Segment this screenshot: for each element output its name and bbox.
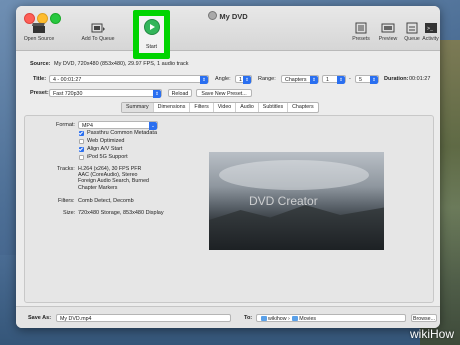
disc-icon: [208, 11, 218, 20]
queue-icon: [406, 22, 418, 34]
format-select-value: MP4: [82, 123, 93, 129]
title-select[interactable]: 4 - 00:01:27 ⇕: [49, 75, 209, 84]
folder-icon: [292, 316, 299, 321]
align-av-label: Align A/V Start: [87, 146, 123, 152]
source-label: Source:: [30, 61, 51, 67]
track-line: Foreign Audio Search, Burned: [78, 178, 149, 185]
format-label: Format:: [56, 122, 75, 128]
path-segment: wikihow: [268, 316, 287, 322]
range-to-value: 5: [359, 77, 362, 83]
wikihow-watermark: wikiHow: [409, 327, 454, 341]
save-as-label: Save As:: [28, 315, 52, 321]
to-label: To:: [244, 315, 253, 321]
range-from-select[interactable]: 1 ⇕: [322, 75, 346, 84]
preview-thumbnail[interactable]: DVD Creator: [209, 152, 384, 250]
preset-select[interactable]: Fast 720p30 ⇕: [49, 89, 162, 98]
chevron-updown-icon: ⇕: [153, 90, 161, 98]
start-label: Start: [146, 44, 157, 50]
preset-select-value: Fast 720p30: [53, 91, 83, 97]
tab-video[interactable]: Video: [214, 103, 237, 112]
film-clapper-icon: [32, 23, 45, 33]
web-optimized-label: Web Optimized: [87, 138, 125, 144]
track-line: Chapter Markers: [78, 184, 118, 191]
path-separator: ›: [288, 316, 290, 322]
size-value: 720x480 Storage, 853x480 Display: [78, 210, 164, 216]
range-label: Range:: [258, 76, 276, 82]
tab-subtitles[interactable]: Subtitles: [259, 103, 289, 112]
chevron-updown-icon: ⇕: [310, 76, 318, 84]
browse-button[interactable]: Browse...: [411, 314, 437, 322]
save-as-field[interactable]: My DVD.mp4: [56, 314, 231, 322]
chevron-updown-icon: ⇕: [337, 76, 345, 84]
tab-summary[interactable]: Summary: [122, 103, 154, 112]
web-optimized-checkbox[interactable]: [79, 139, 84, 144]
save-as-value: My DVD.mp4: [60, 316, 92, 322]
ipod-label: iPod 5G Support: [87, 154, 128, 160]
open-source-button[interactable]: Open Source: [22, 22, 56, 42]
queue-button[interactable]: Queue: [403, 22, 421, 42]
presets-label: Presets: [352, 36, 370, 42]
align-av-checkbox[interactable]: [79, 147, 84, 152]
range-from-value: 1: [326, 77, 329, 83]
angle-select-value: 1: [239, 77, 242, 83]
presets-button[interactable]: Presets: [350, 22, 372, 42]
angle-select[interactable]: 1 ⇕: [235, 75, 252, 84]
range-type-select[interactable]: Chapters ⇕: [281, 75, 319, 84]
title-select-value: 4 - 00:01:27: [53, 77, 82, 83]
activity-button[interactable]: >_ Activity: [421, 22, 440, 42]
folder-icon: [261, 316, 267, 321]
destination-path[interactable]: wikihow › Movies: [256, 314, 406, 322]
chevron-down-icon: ⌄: [149, 122, 157, 130]
preset-label: Preset:: [30, 90, 49, 96]
play-icon: [144, 19, 160, 35]
open-source-label: Open Source: [23, 36, 55, 42]
filters-label: Filters:: [58, 198, 75, 204]
preview-label: Preview: [378, 36, 398, 42]
svg-text:>_: >_: [427, 26, 434, 32]
passthru-checkbox[interactable]: [79, 131, 84, 136]
handbrake-window: My DVD Open Source Add To Queue Presets …: [16, 6, 440, 328]
presets-icon: [355, 22, 367, 34]
chevron-updown-icon: ⇕: [200, 76, 208, 84]
filters-value: Comb Detect, Decomb: [78, 198, 134, 204]
duration-label: Duration:: [384, 76, 409, 82]
preview-button[interactable]: Preview: [377, 22, 399, 42]
range-dash: -: [349, 76, 351, 82]
format-select[interactable]: MP4 ⌄: [78, 121, 158, 130]
activity-terminal-icon: >_: [424, 23, 437, 33]
activity-label: Activity: [422, 36, 439, 42]
tracks-list: H.264 (x264), 30 FPS PFR AAC (CoreAudio)…: [78, 166, 149, 191]
window-title: My DVD: [16, 11, 440, 21]
preview-clouds: [219, 160, 369, 190]
destination-bar: Save As: My DVD.mp4 To: wikihow › Movies…: [16, 306, 440, 328]
preview-window-icon: [381, 23, 395, 33]
path-segment: Movies: [299, 316, 317, 322]
preview-watermark: DVD Creator: [249, 194, 318, 208]
settings-tabs: Summary Dimensions Filters Video Audio S…: [121, 102, 319, 113]
add-to-queue-button[interactable]: Add To Queue: [78, 22, 118, 42]
tab-chapters[interactable]: Chapters: [288, 103, 318, 112]
add-queue-icon: [91, 23, 105, 33]
title-label: Title:: [33, 76, 47, 82]
range-type-value: Chapters: [285, 77, 307, 83]
tab-audio[interactable]: Audio: [236, 103, 259, 112]
duration-value: 00:01:27: [409, 76, 431, 82]
source-value: My DVD, 720x480 (853x480), 29.97 FPS, 1 …: [54, 61, 189, 67]
titlebar: My DVD Open Source Add To Queue Presets …: [16, 6, 440, 51]
tracks-label: Tracks:: [57, 166, 75, 172]
save-new-preset-button[interactable]: Save New Preset...: [196, 89, 252, 97]
chevron-updown-icon: ⇕: [370, 76, 378, 84]
tab-dimensions[interactable]: Dimensions: [154, 103, 191, 112]
tab-filters[interactable]: Filters: [190, 103, 214, 112]
chevron-updown-icon: ⇕: [243, 76, 251, 84]
angle-label: Angle:: [215, 76, 231, 82]
add-to-queue-label: Add To Queue: [81, 36, 115, 42]
reload-button[interactable]: Reload: [168, 89, 192, 97]
ipod-checkbox[interactable]: [79, 155, 84, 160]
size-label: Size:: [63, 210, 76, 216]
queue-label: Queue: [404, 36, 420, 42]
passthru-label: Passthru Common Metadata: [87, 130, 158, 136]
range-to-select[interactable]: 5 ⇕: [355, 75, 379, 84]
